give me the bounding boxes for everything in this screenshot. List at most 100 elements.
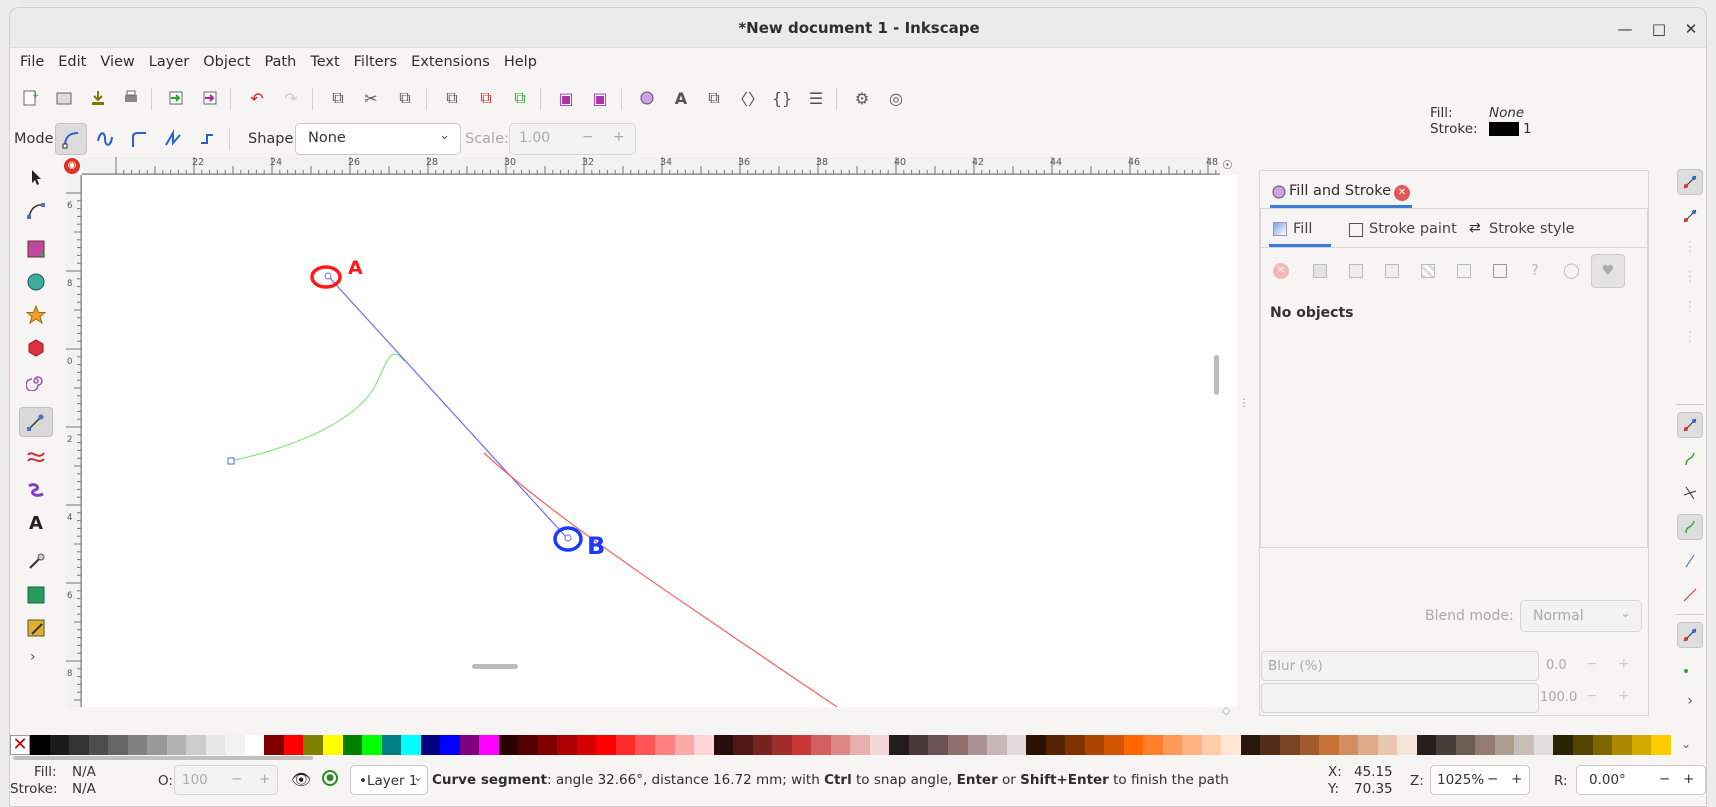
layer-lock-icon[interactable]: ●: [322, 770, 338, 786]
color-swatch[interactable]: [752, 735, 773, 755]
export-icon[interactable]: [196, 84, 224, 112]
color-swatch[interactable]: [69, 735, 89, 755]
tab-stroke-paint[interactable]: Stroke paint: [1345, 213, 1465, 247]
color-swatch[interactable]: [1631, 735, 1652, 755]
menu-text[interactable]: Text: [303, 48, 346, 76]
color-swatch[interactable]: [1553, 735, 1573, 755]
print-icon[interactable]: [117, 84, 145, 112]
scale-spinbox[interactable]: 1.00 − +: [509, 123, 636, 155]
color-swatch[interactable]: [381, 735, 402, 755]
color-swatch[interactable]: [498, 735, 519, 755]
color-swatch[interactable]: [1221, 735, 1241, 755]
color-swatch[interactable]: [1123, 735, 1144, 755]
snap-nodes-icon[interactable]: [1677, 412, 1703, 438]
shape-dropdown[interactable]: None ⌄: [295, 123, 461, 155]
linear-gradient-icon[interactable]: [1349, 264, 1363, 278]
color-swatch[interactable]: [225, 735, 245, 755]
color-swatch[interactable]: [1494, 735, 1515, 755]
copy-icon[interactable]: ⧉: [324, 84, 352, 112]
text-font-dialog-icon[interactable]: A: [667, 84, 695, 112]
color-swatch[interactable]: [811, 735, 831, 755]
spiral-tool-icon[interactable]: [19, 366, 53, 396]
color-swatch[interactable]: [889, 735, 909, 755]
selector-tool-icon[interactable]: [19, 162, 53, 192]
color-swatch[interactable]: [1612, 735, 1632, 755]
horizontal-scrollbar[interactable]: [472, 664, 518, 669]
color-swatch[interactable]: [49, 735, 70, 755]
snap-midpoints-icon[interactable]: [1677, 582, 1703, 608]
vertical-scrollbar[interactable]: [1214, 355, 1219, 395]
snap-bbox-corner-icon[interactable]: ⋮: [1677, 264, 1703, 290]
zoom-minus-icon[interactable]: −: [1487, 771, 1498, 787]
mode-paraxial-button[interactable]: [191, 123, 223, 155]
menu-view[interactable]: View: [93, 48, 141, 76]
menu-layer[interactable]: Layer: [142, 48, 196, 76]
redo-icon[interactable]: ↷: [277, 84, 305, 112]
color-swatch[interactable]: [850, 735, 870, 755]
menu-extensions[interactable]: Extensions: [404, 48, 497, 76]
color-swatch[interactable]: [401, 735, 421, 755]
swatch-icon[interactable]: [1493, 264, 1507, 278]
zoom-plus-icon[interactable]: +: [1511, 771, 1522, 787]
color-swatch[interactable]: [1436, 735, 1456, 755]
color-swatch[interactable]: [1026, 735, 1046, 755]
color-swatch[interactable]: [440, 735, 460, 755]
color-swatch[interactable]: [88, 735, 109, 755]
color-swatch[interactable]: [537, 735, 558, 755]
fill-rule-nonzero-icon[interactable]: ♥: [1591, 254, 1625, 288]
undo-icon[interactable]: ↶: [243, 84, 271, 112]
color-swatch[interactable]: [1045, 735, 1066, 755]
mode-zigzag-button[interactable]: [157, 123, 189, 155]
pen-tool-icon[interactable]: [19, 407, 53, 437]
save-icon[interactable]: [84, 84, 112, 112]
gradient-tool-icon[interactable]: [19, 613, 53, 643]
color-swatch[interactable]: [1104, 735, 1124, 755]
panel-tab-fill-and-stroke[interactable]: Fill and Stroke ✕: [1270, 178, 1412, 208]
zoom-correction-icon[interactable]: ☉: [1222, 158, 1238, 174]
snap-paths-icon[interactable]: [1677, 446, 1703, 472]
color-swatch[interactable]: [244, 735, 265, 755]
unlink-clone-icon[interactable]: ⧉: [506, 84, 534, 112]
unset-paint-icon[interactable]: ?: [1531, 261, 1539, 279]
color-swatch[interactable]: [1475, 735, 1495, 755]
text-tool-icon[interactable]: A: [19, 508, 53, 538]
color-swatch[interactable]: [1455, 735, 1476, 755]
color-swatch[interactable]: [576, 735, 597, 755]
menu-file[interactable]: File: [13, 48, 51, 76]
mode-bezier-button[interactable]: [55, 123, 87, 155]
pattern-icon[interactable]: [1457, 264, 1471, 278]
document-properties-icon[interactable]: ◎: [882, 84, 910, 112]
status-opacity-plus-icon[interactable]: +: [259, 771, 270, 787]
radial-gradient-icon[interactable]: [1385, 264, 1399, 278]
snap-bbox-midpoint-icon[interactable]: ⋮: [1677, 294, 1703, 320]
color-swatch[interactable]: [1416, 735, 1437, 755]
tab-fill[interactable]: Fill: [1269, 213, 1331, 247]
duplicate-icon[interactable]: ⧉: [438, 84, 466, 112]
color-swatch[interactable]: [205, 735, 226, 755]
blend-mode-dropdown[interactable]: Normal ⌄: [1520, 600, 1642, 632]
opacity-minus-icon[interactable]: −: [1586, 688, 1598, 704]
open-document-icon[interactable]: [50, 84, 78, 112]
snap-cusp-nodes-icon[interactable]: [1677, 514, 1703, 540]
color-swatch[interactable]: [303, 735, 323, 755]
color-swatch[interactable]: [1397, 735, 1417, 755]
menu-help[interactable]: Help: [497, 48, 544, 76]
snap-toggle-icon[interactable]: [1677, 169, 1703, 195]
zoom-spinbox[interactable]: 1025% − +: [1430, 765, 1530, 795]
color-swatch[interactable]: [322, 735, 343, 755]
tab-stroke-style[interactable]: ⇄ Stroke style: [1465, 213, 1585, 247]
snap-page-icon[interactable]: [1677, 654, 1703, 680]
toolbox-expand-chevron-icon[interactable]: ›: [30, 649, 36, 665]
color-swatch[interactable]: [1358, 735, 1378, 755]
color-swatch[interactable]: [127, 735, 148, 755]
color-swatch[interactable]: [342, 735, 363, 755]
color-swatch[interactable]: [655, 735, 675, 755]
color-swatch[interactable]: [967, 735, 988, 755]
color-swatch[interactable]: [987, 735, 1007, 755]
color-swatch[interactable]: [596, 735, 616, 755]
color-swatch[interactable]: [869, 735, 890, 755]
mode-bspline-button[interactable]: [123, 123, 155, 155]
status-opacity-spinbox[interactable]: 100 − +: [174, 765, 278, 795]
current-layer-dropdown[interactable]: •Layer 1 ⌄: [350, 765, 428, 795]
color-swatch[interactable]: [166, 735, 187, 755]
